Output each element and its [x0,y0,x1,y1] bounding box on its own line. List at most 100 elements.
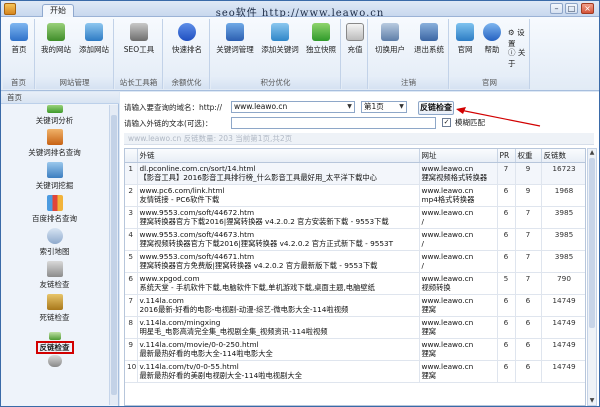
row-index: 5 [125,250,138,273]
url-cell: www.leawo.cn mp4格式转换器 [419,184,498,207]
minimize-button[interactable]: – [550,3,563,14]
help-button[interactable]: 帮助 [479,23,505,55]
backlink-cell: v.114la.com 2016最新-好看的电影-电视剧-动漫-综艺-微电影大全-… [137,294,420,317]
ribbon-group-site: 我的网站 添加网站 网站管理 [36,19,114,89]
left-nav-panel: 首页 关键词分析 关键词排名查询 关键词挖掘 百度排名查询 索引地图 友链检查 … [1,92,119,406]
col-header-backlink[interactable]: 外链 [137,149,420,163]
gear-icon: ⚙ [508,28,515,37]
home-icon [10,23,28,41]
recharge-button[interactable]: 充值 [343,23,367,55]
row-index: 8 [125,316,138,339]
weight-cell: 6 [515,316,542,339]
keyword-manage-button[interactable]: 关键词管理 [213,23,257,55]
sitemap-icon [46,228,63,244]
nav-header: 首页 [1,92,119,104]
table-scroll-thumb[interactable] [589,158,595,328]
home-button[interactable]: 首页 [4,23,34,55]
table-row[interactable]: 10 v.114la.com/tv/0-0-55.html 最新最热好看的美剧电视剧… [125,360,585,383]
backlink-icon [48,332,61,340]
nav-item-rank-query[interactable]: 关键词排名查询 [1,129,108,158]
quick-rank-button[interactable]: 快速排名 [167,23,207,55]
baidu-rank-icon [46,195,63,211]
table-scrollbar[interactable]: ▲ ▼ [587,148,597,406]
table-row[interactable]: 5 www.9553.com/soft/44671.htm 狸窝转换器官方免费版|狸… [125,250,585,273]
switch-user-icon [381,23,399,41]
nav-item-backlink[interactable]: 反链检查 [1,332,108,369]
table-row[interactable]: 4 www.9553.com/soft/44673.htm 狸窝视频转换器官方下载2… [125,228,585,251]
rank-query-icon [46,129,63,145]
backlinks-cell: 14749 [541,294,585,317]
settings-button[interactable]: ⚙ 设置 [508,27,529,49]
nav-item-friend-link[interactable]: 友链检查 [1,261,108,290]
url-cell: www.leawo.cn 狸窝 [419,294,498,317]
nav-item-baidu-rank[interactable]: 百度排名查询 [1,195,108,224]
row-index: 7 [125,294,138,317]
chevron-down-icon[interactable]: ▼ [397,102,406,112]
weight-cell: 6 [515,360,542,383]
table-header-row: 外链 网址 PR 权重 反链数 [125,149,585,163]
col-header-backlinks[interactable]: 反链数 [541,149,585,163]
row-index: 3 [125,206,138,229]
table-row[interactable]: 6 www.xpgod.com 系统天堂 - 手机软件下载,电脑软件下载,单机游戏下… [125,272,585,295]
backlinks-cell: 3985 [541,228,585,251]
nav-scrollbar[interactable] [109,105,118,405]
nav-list: 关键词分析 关键词排名查询 关键词挖掘 百度排名查询 索引地图 友链检查 死链检… [1,105,108,405]
url-cell: www.leawo.cn / [419,228,498,251]
main-panel: 请输入要查询的域名：http:// www.leawo.cn ▼ 第1页 ▼ 反… [120,92,599,406]
col-header-weight[interactable]: 权重 [515,149,542,163]
snapshot-icon [312,23,330,41]
backlink-check-button[interactable]: 反链检查 [418,101,454,115]
switch-user-button[interactable]: 切换用户 [371,23,409,55]
seo-tools-button[interactable]: SEO工具 [119,23,159,55]
pr-cell: 6 [497,294,516,317]
table-row[interactable]: 9 v.114la.com/movie/0-0-250.html 最新最热好看的电影… [125,338,585,361]
table-row[interactable]: 1 dl.pconline.com.cn/sort/14.html 【影音工具】20… [125,162,585,185]
pr-cell: 6 [497,206,516,229]
table-row[interactable]: 7 v.114la.com 2016最新-好看的电影-电视剧-动漫-综艺-微电影大全… [125,294,585,317]
nav-scroll-thumb[interactable] [111,115,117,395]
weight-cell: 7 [515,206,542,229]
url-cell: www.leawo.cn 狸窝 [419,360,498,383]
page-select[interactable]: 第1页 ▼ [361,101,407,113]
row-pointer: 1 [128,163,134,173]
url-cell: www.leawo.cn 视频转换 [419,272,498,295]
weight-cell: 7 [515,228,542,251]
pr-cell: 6 [497,228,516,251]
pr-cell: 6 [497,184,516,207]
backlink-cell: v.114la.com/mingxing 明星毛_电影高清完全集_电视剧全集_视频… [137,316,420,339]
backlinks-cell: 14749 [541,316,585,339]
snapshot-button[interactable]: 独立快照 [303,23,339,55]
table-row[interactable]: 8 v.114la.com/mingxing 明星毛_电影高清完全集_电视剧全集_视… [125,316,585,339]
table-row[interactable]: 2 www.pc6.com/link.html 友情链接 - PC6软件下载 www.… [125,184,585,207]
col-header-index[interactable] [125,149,138,163]
add-site-button[interactable]: 添加网站 [76,23,112,55]
nav-item-keyword-mining[interactable]: 关键词挖掘 [1,162,108,191]
nav-item-dead-link[interactable]: 死链检查 [1,294,108,323]
my-site-button[interactable]: 我的网站 [38,23,74,55]
row-index: 6 [125,272,138,295]
scroll-up-icon[interactable]: ▲ [588,149,596,157]
scroll-down-icon[interactable]: ▼ [588,397,596,405]
fuzzy-match-checkbox[interactable]: ✓ [442,118,451,127]
add-keyword-button[interactable]: 添加关键词 [258,23,302,55]
maximize-button[interactable]: □ [565,3,578,14]
exit-button[interactable]: 退出系统 [410,23,448,55]
col-header-pr[interactable]: PR [497,149,516,163]
chevron-down-icon[interactable]: ▼ [345,102,354,112]
close-button[interactable]: × [581,3,594,14]
my-site-icon [47,23,65,41]
ribbon-group-home: 首页 首页 [3,19,35,89]
col-header-url[interactable]: 网址 [419,149,498,163]
pr-cell: 6 [497,360,516,383]
about-button[interactable]: ⓘ 关于 [508,47,529,69]
pr-cell: 7 [497,162,516,185]
keyword-manage-icon [226,23,244,41]
anchor-text-input[interactable] [231,117,436,129]
baidu-paw-icon [178,23,196,41]
table-row[interactable]: 3 www.9553.com/soft/44672.htm 狸窝转换器官方下载201… [125,206,585,229]
domain-input[interactable]: www.leawo.cn ▼ [231,101,355,113]
nav-item-keyword-analysis[interactable]: 关键词分析 [1,105,108,126]
backlink-cell: www.9553.com/soft/44672.htm 狸窝转换器官方下载2016… [137,206,420,229]
nav-item-sitemap[interactable]: 索引地图 [1,228,108,257]
website-button[interactable]: 官网 [452,23,478,55]
